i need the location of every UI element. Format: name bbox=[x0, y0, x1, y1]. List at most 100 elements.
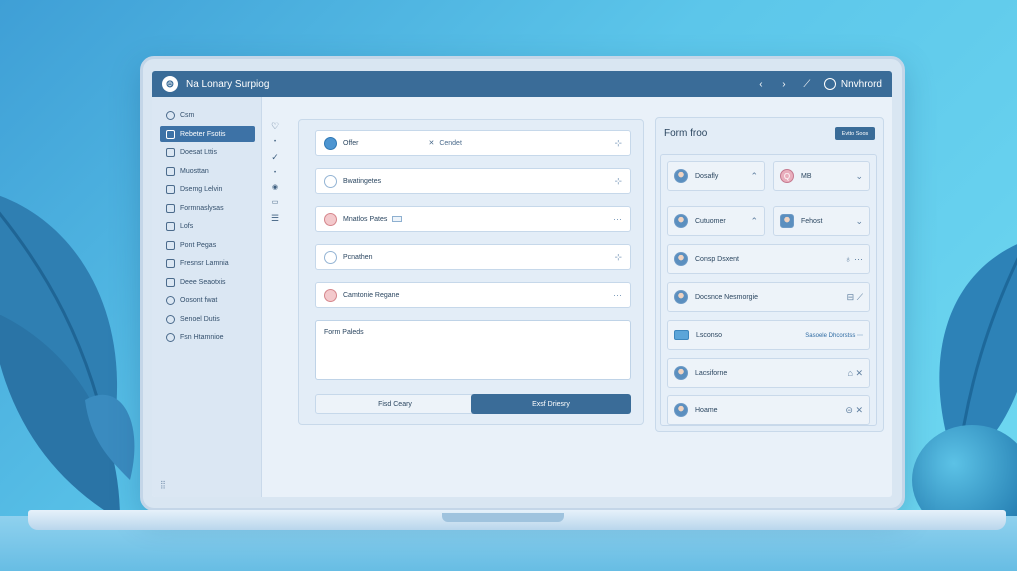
menu-icon[interactable]: ☰ bbox=[271, 213, 279, 224]
sidebar-item-profiles[interactable]: Rebeter Fsotis bbox=[160, 126, 255, 142]
help-icon bbox=[166, 333, 175, 342]
chevron-down-icon[interactable]: ⌄ bbox=[855, 216, 863, 227]
drag-handle-icon[interactable]: ⊹ bbox=[614, 252, 622, 263]
field-card-left[interactable]: Cutuomer ⌃ bbox=[667, 206, 765, 236]
list-item[interactable]: Docsnce Nesmorgie ⊟ ⟋ bbox=[667, 282, 870, 312]
user-label: Nnvhrord bbox=[840, 78, 882, 90]
list-item-actions[interactable]: ⌂ ✕ bbox=[848, 368, 863, 379]
sidebar-item-folder[interactable]: Dsemg Lelvin bbox=[160, 182, 255, 198]
form-row-label: Offer bbox=[343, 139, 359, 147]
sidebar-item-documents[interactable]: Doesat Lttis bbox=[160, 145, 255, 161]
user-avatar-icon bbox=[324, 288, 337, 302]
chevron-down-icon[interactable]: ⌄ bbox=[855, 171, 863, 182]
form-row-pattern[interactable]: Pcnathen ⊹ bbox=[315, 244, 631, 270]
folder-icon bbox=[166, 185, 175, 194]
list-item-label: Lsconso bbox=[696, 331, 723, 339]
sidebar-item-label: Doesat Lttis bbox=[180, 149, 217, 156]
sidebar-item-help[interactable]: Fsn Htamnioe bbox=[160, 330, 255, 346]
sidebar-item-label: Lofs bbox=[180, 223, 194, 230]
sidebar-item-logs[interactable]: Lofs bbox=[160, 219, 255, 235]
app-title: Na Lonary Surpiog bbox=[186, 78, 270, 90]
form-row-bookings[interactable]: Bwatingetes ⊹ bbox=[315, 168, 631, 194]
forward-icon[interactable]: › bbox=[778, 78, 790, 90]
initial-avatar: Q bbox=[780, 169, 794, 183]
chevron-up-icon[interactable]: ⌃ bbox=[750, 171, 758, 182]
card-icon[interactable]: ▭ bbox=[272, 198, 279, 206]
drag-handle-icon[interactable]: ⊹ bbox=[614, 138, 622, 149]
sidebar-item-label: Csm bbox=[180, 112, 195, 119]
sidebar-item-pages[interactable]: Pont Pegas bbox=[160, 237, 255, 253]
badge-icon[interactable]: ◉ bbox=[272, 183, 278, 191]
page-icon bbox=[166, 240, 175, 250]
list-item-label: Lacsiforne bbox=[695, 369, 728, 377]
sidebar-item-label: Formnaslysas bbox=[180, 204, 224, 212]
form-row-offer[interactable]: Offer ✕ Cendet ⊹ bbox=[315, 130, 631, 156]
list-item[interactable]: Hoame ⊝ ✕ bbox=[667, 395, 870, 425]
field-card-label: Fehost bbox=[801, 217, 823, 225]
edit-button[interactable]: Evtto Soos bbox=[835, 127, 875, 140]
home-icon bbox=[166, 111, 175, 120]
list-item-actions[interactable]: ⊟ ⟋ bbox=[847, 292, 863, 303]
more-icon[interactable]: ⋯ bbox=[613, 214, 622, 225]
sidebar-item-globe[interactable]: Oosont fwat bbox=[160, 293, 255, 309]
check-icon[interactable]: ✓ bbox=[271, 152, 279, 163]
form-row-range[interactable]: Camtonie Regane ⋯ bbox=[315, 282, 631, 308]
form-row-label: Pcnathen bbox=[343, 253, 373, 261]
sidebar-item-label: Senoel Dutis bbox=[180, 315, 220, 323]
field-card-left[interactable]: Dosafly ⌃ bbox=[667, 161, 765, 191]
sidebar-collapse-icon[interactable]: ⣿ bbox=[160, 480, 166, 489]
back-icon[interactable]: ‹ bbox=[755, 78, 767, 90]
settings-icon bbox=[166, 314, 175, 324]
field-card-right[interactable]: Fehost ⌄ bbox=[773, 206, 870, 236]
sidebar-item-home[interactable]: Csm bbox=[160, 108, 255, 124]
form-row-notes[interactable]: Mnatlos Pates ⋯ bbox=[315, 206, 631, 232]
secondary-button[interactable]: Fisd Ceary bbox=[315, 394, 475, 414]
list-item-actions[interactable]: ♁ ⋯ bbox=[845, 254, 863, 265]
dot-icon[interactable]: • bbox=[274, 139, 276, 145]
textarea-label: Form Paleds bbox=[324, 329, 364, 336]
primary-button[interactable]: Exsf Driesry bbox=[471, 394, 631, 414]
form-panel: Offer ✕ Cendet ⊹ Bwatingetes ⊹ Mnatlos Pa… bbox=[298, 119, 644, 425]
sidebar: Csm Rebeter Fsotis Doesat Lttis Muosttan… bbox=[152, 97, 262, 497]
sidebar-item-label: Rebeter Fsotis bbox=[180, 130, 226, 138]
tag-icon bbox=[674, 330, 689, 340]
dot-icon[interactable]: • bbox=[274, 170, 276, 176]
doc-icon bbox=[166, 222, 175, 231]
list-item[interactable]: Consp Dsxent ♁ ⋯ bbox=[667, 244, 870, 274]
sidebar-item-forms[interactable]: Formnaslysas bbox=[160, 200, 255, 216]
list-item-label: Hoame bbox=[695, 406, 718, 414]
chevron-up-icon[interactable]: ⌃ bbox=[750, 216, 758, 227]
app-window: ⊜ Na Lonary Surpiog ‹ › ⟋ Nnvhrord Csm R… bbox=[152, 71, 892, 497]
heart-icon[interactable]: ♡ bbox=[271, 121, 279, 132]
drag-handle-icon[interactable]: ⊹ bbox=[614, 176, 622, 187]
card-icon bbox=[392, 216, 403, 222]
avatar-icon bbox=[674, 366, 688, 380]
sidebar-item-label: Fresnsr Lamnia bbox=[180, 260, 229, 267]
sidebar-item-list[interactable]: Fresnsr Lamnia bbox=[160, 256, 255, 272]
form-row-label: Mnatlos Pates bbox=[343, 215, 388, 223]
avatar-icon bbox=[674, 252, 688, 266]
sidebar-item-box[interactable]: Muosttan bbox=[160, 163, 255, 179]
document-icon bbox=[166, 148, 175, 157]
form-row-center[interactable]: ✕ Cendet bbox=[428, 139, 461, 148]
list-item[interactable]: Lsconso Sasoele Dhcorstss ⋯ bbox=[667, 320, 870, 350]
pin-icon[interactable]: ⟋ bbox=[801, 78, 813, 90]
sidebar-item-table[interactable]: Deee Seaotxis bbox=[160, 274, 255, 290]
form-icon bbox=[166, 203, 175, 213]
user-menu[interactable]: Nnvhrord bbox=[823, 78, 882, 90]
sidebar-item-settings[interactable]: Senoel Dutis bbox=[160, 311, 255, 327]
right-panel-list: Dosafly ⌃ Q MB ⌄ Cutuomer ⌃ Fehost ⌄ Con… bbox=[660, 154, 877, 426]
user-icon bbox=[823, 78, 836, 90]
field-card-label: Cutuomer bbox=[695, 217, 726, 225]
app-logo-icon: ⊜ bbox=[162, 76, 178, 92]
more-icon[interactable]: ⋯ bbox=[613, 290, 622, 301]
circle-icon bbox=[324, 250, 337, 264]
list-item[interactable]: Lacsiforne ⌂ ✕ bbox=[667, 358, 870, 388]
avatar-icon bbox=[674, 290, 688, 304]
avatar-icon bbox=[780, 214, 794, 228]
form-textarea[interactable]: Form Paleds bbox=[315, 320, 631, 380]
avatar-icon bbox=[674, 169, 688, 183]
list-item-actions[interactable]: Sasoele Dhcorstss ⋯ bbox=[805, 332, 863, 339]
list-item-actions[interactable]: ⊝ ✕ bbox=[845, 405, 863, 416]
field-card-right[interactable]: Q MB ⌄ bbox=[773, 161, 870, 191]
